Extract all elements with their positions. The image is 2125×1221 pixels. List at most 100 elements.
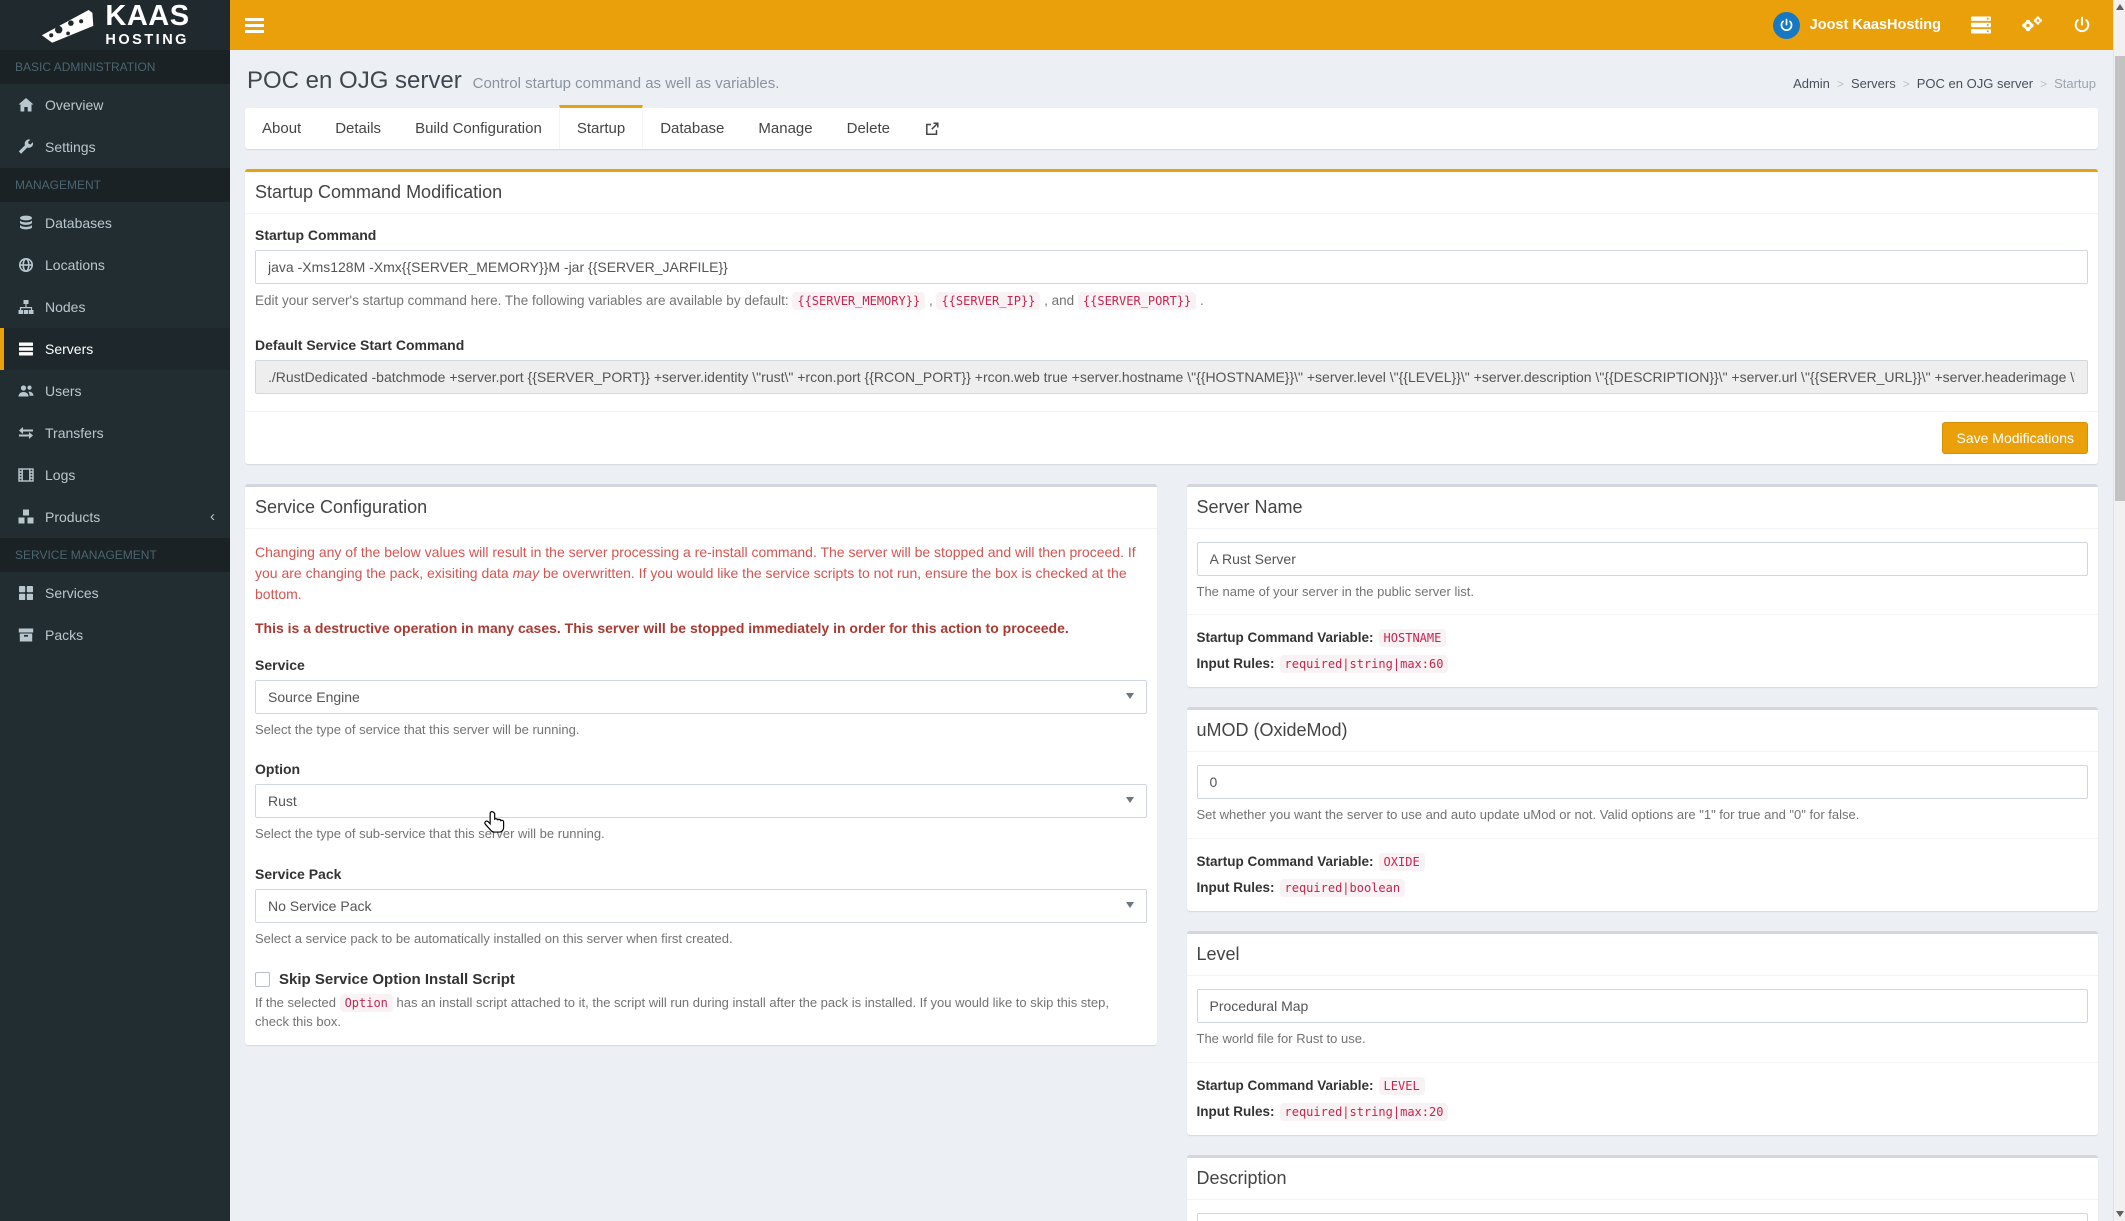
tab-manage[interactable]: Manage: [741, 105, 829, 149]
sidebar-item-label: Databases: [45, 215, 112, 231]
sidebar-item-services[interactable]: Services: [0, 572, 230, 614]
brand-name-bottom: HOSTING: [105, 33, 189, 48]
service-destructive-warning: This is a destructive operation in many …: [255, 618, 1147, 639]
topbar: Joost KaasHosting: [230, 0, 2113, 50]
tab-about[interactable]: About: [245, 105, 318, 149]
avatar: [1773, 12, 1800, 39]
startup-command-label: Startup Command: [255, 227, 2088, 243]
oxide-rules-code: required|boolean: [1280, 879, 1406, 897]
grid-icon: [18, 585, 34, 601]
server-name-panel: Server Name The name of your server in t…: [1187, 484, 2099, 688]
sidebar-item-products[interactable]: Products ‹: [0, 496, 230, 538]
option-select[interactable]: Rust: [255, 784, 1147, 818]
skip-install-checkbox[interactable]: [255, 972, 270, 987]
umod-panel: uMOD (OxideMod) Set whether you want the…: [1187, 707, 2099, 911]
breadcrumb-separator: >: [1903, 77, 1910, 91]
servers-list-icon[interactable]: [1971, 16, 1991, 34]
startup-panel-footer: Save Modifications: [245, 411, 2098, 464]
user-menu[interactable]: Joost KaasHosting: [1773, 12, 1941, 39]
service-warning-text: Changing any of the below values will re…: [255, 542, 1147, 605]
server-name-input[interactable]: [1197, 542, 2089, 576]
wrench-icon: [18, 139, 34, 155]
skip-install-label[interactable]: Skip Service Option Install Script: [279, 971, 515, 988]
input-rules-label: Input Rules:: [1197, 880, 1275, 895]
sidebar-item-logs[interactable]: Logs: [0, 454, 230, 496]
sidebar-section-basic-administration: BASIC ADMINISTRATION: [0, 50, 230, 84]
tab-delete[interactable]: Delete: [830, 105, 907, 149]
service-pack-select[interactable]: No Service Pack: [255, 889, 1147, 923]
description-input[interactable]: [1197, 1213, 2089, 1221]
level-panel: Level The world file for Rust to use. St…: [1187, 931, 2099, 1135]
breadcrumb-startup: Startup: [2054, 76, 2096, 91]
breadcrumb: Admin>Servers>POC en OJG server>Startup: [1793, 76, 2096, 91]
level-input[interactable]: [1197, 989, 2089, 1023]
sidebar-item-users[interactable]: Users: [0, 370, 230, 412]
server-memory-variable-code: {{SERVER_MEMORY}}: [792, 292, 925, 310]
sidebar-toggle-button[interactable]: [230, 0, 278, 50]
server-ip-variable-code: {{SERVER_IP}}: [936, 292, 1040, 310]
chevron-down-icon: [1126, 902, 1134, 908]
server-name-footer: Startup Command Variable:HOSTNAME Input …: [1187, 614, 2099, 687]
tab-startup[interactable]: Startup: [559, 105, 643, 149]
level-variable-code: LEVEL: [1379, 1077, 1425, 1095]
option-code: Option: [340, 994, 393, 1012]
gears-icon[interactable]: [2021, 16, 2043, 35]
description-panel: Description The description under your s…: [1187, 1155, 2099, 1221]
scrollbar-down-arrow[interactable]: [2114, 1207, 2125, 1221]
startup-variable-label: Startup Command Variable:: [1197, 854, 1374, 869]
sidebar-item-label: Locations: [45, 257, 105, 273]
breadcrumb-separator: >: [1837, 77, 1844, 91]
service-pack-select-value: No Service Pack: [268, 898, 371, 914]
sitemap-icon: [18, 299, 34, 315]
sidebar-item-settings[interactable]: Settings: [0, 126, 230, 168]
cubes-icon: [18, 509, 34, 525]
scrollbar-up-arrow[interactable]: [2114, 0, 2125, 14]
sidebar-item-transfers[interactable]: Transfers: [0, 412, 230, 454]
description-title: Description: [1197, 1168, 1287, 1188]
hostname-rules-code: required|string|max:60: [1280, 655, 1449, 673]
umod-input[interactable]: [1197, 765, 2089, 799]
tab-database[interactable]: Database: [643, 105, 741, 149]
umod-help: Set whether you want the server to use a…: [1197, 806, 2089, 825]
sidebar-section-management: MANAGEMENT: [0, 168, 230, 202]
breadcrumb-admin[interactable]: Admin: [1793, 76, 1830, 91]
exchange-arrows-icon: [18, 425, 34, 441]
service-help: Select the type of service that this ser…: [255, 721, 1147, 740]
globe-icon: [18, 257, 34, 273]
brand-logo[interactable]: KAAS HOSTING: [0, 0, 230, 50]
option-help: Select the type of sub-service that this…: [255, 825, 1147, 844]
sidebar-item-packs[interactable]: Packs: [0, 614, 230, 656]
page-scrollbar[interactable]: [2113, 0, 2125, 1221]
sidebar-item-label: Products: [45, 509, 100, 525]
tab-external-link[interactable]: [907, 105, 957, 149]
scrollbar-thumb[interactable]: [2115, 56, 2125, 501]
chevron-left-icon: ‹: [210, 512, 215, 522]
sidebar-item-overview[interactable]: Overview: [0, 84, 230, 126]
users-icon: [18, 383, 34, 399]
startup-panel-body: Startup Command Edit your server's start…: [245, 214, 2098, 411]
sidebar-item-locations[interactable]: Locations: [0, 244, 230, 286]
tab-build-configuration[interactable]: Build Configuration: [398, 105, 559, 149]
sidebar-item-servers[interactable]: Servers: [0, 328, 230, 370]
archive-box-icon: [18, 627, 34, 643]
service-pack-help: Select a service pack to be automaticall…: [255, 930, 1147, 949]
server-icon: [18, 341, 34, 357]
sidebar-item-label: Servers: [45, 341, 93, 357]
tab-details[interactable]: Details: [318, 105, 398, 149]
skip-install-help: If the selected Option has an install sc…: [255, 994, 1147, 1032]
startup-panel-header: Startup Command Modification: [245, 172, 2098, 214]
service-label: Service: [255, 657, 1147, 673]
service-panel-title: Service Configuration: [255, 497, 427, 517]
power-icon[interactable]: [2073, 16, 2091, 34]
default-start-command-label: Default Service Start Command: [255, 337, 2088, 353]
save-modifications-button[interactable]: Save Modifications: [1942, 422, 2088, 454]
sidebar-item-label: Transfers: [45, 425, 104, 441]
sidebar-item-nodes[interactable]: Nodes: [0, 286, 230, 328]
service-select[interactable]: Source Engine: [255, 680, 1147, 714]
page-title: POC en OJG server: [247, 67, 462, 94]
breadcrumb-server-name[interactable]: POC en OJG server: [1917, 76, 2033, 91]
breadcrumb-servers[interactable]: Servers: [1851, 76, 1896, 91]
sidebar-item-databases[interactable]: Databases: [0, 202, 230, 244]
startup-command-input[interactable]: [255, 250, 2088, 284]
server-name-title: Server Name: [1197, 497, 1303, 517]
